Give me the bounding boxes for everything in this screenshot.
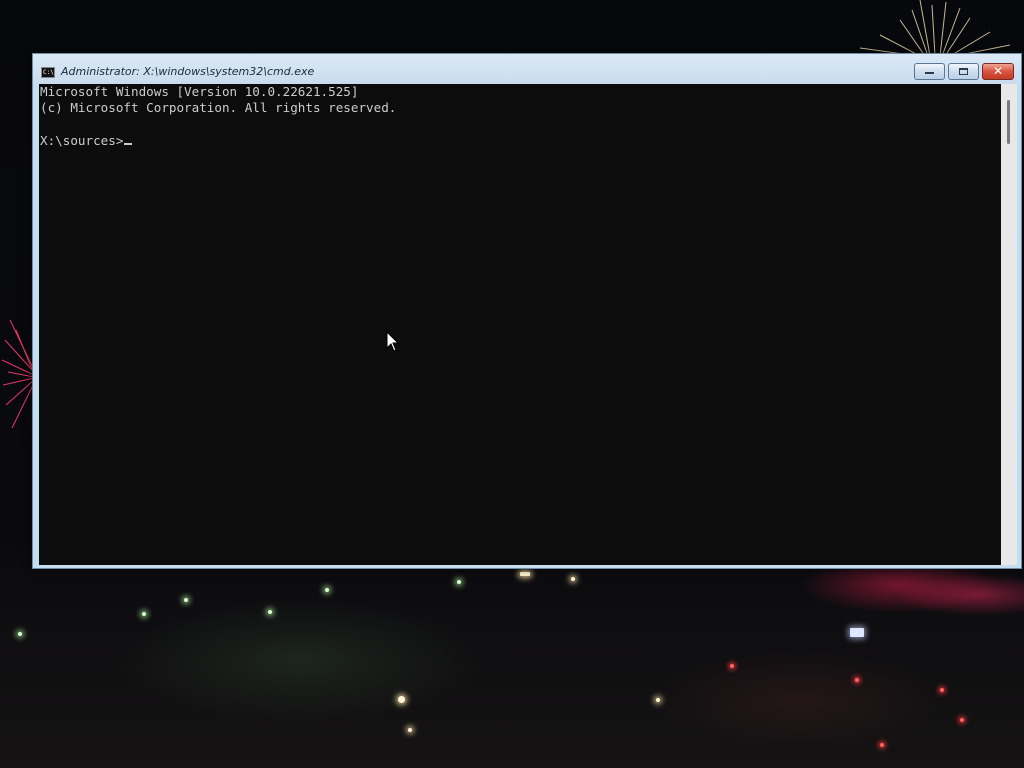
command-prompt[interactable]: X:\sources> [40, 132, 133, 149]
minimize-icon [925, 72, 934, 74]
maximize-button[interactable] [948, 63, 979, 80]
firework-graphic [1, 319, 34, 429]
prompt-text: X:\sources> [40, 133, 124, 148]
text-cursor [124, 143, 133, 145]
console-line: (c) Microsoft Corporation. All rights re… [40, 100, 397, 115]
close-button[interactable]: ✕ [982, 63, 1014, 80]
console-line: Microsoft Windows [Version 10.0.22621.52… [40, 84, 359, 99]
mouse-pointer-icon [386, 331, 400, 352]
console-output[interactable]: Microsoft Windows [Version 10.0.22621.52… [39, 84, 1001, 565]
cmd-icon[interactable]: C:\ [41, 67, 55, 78]
firework-graphic [859, 0, 1011, 56]
window-title: Administrator: X:\windows\system32\cmd.e… [61, 65, 315, 78]
cmd-window[interactable]: C:\ Administrator: X:\windows\system32\c… [32, 53, 1022, 569]
scroll-thumb[interactable] [1007, 100, 1010, 144]
night-city-scene [0, 568, 1024, 768]
vertical-scrollbar[interactable] [1001, 84, 1017, 565]
close-icon: ✕ [992, 64, 1004, 78]
title-bar[interactable]: C:\ Administrator: X:\windows\system32\c… [33, 54, 1021, 84]
maximize-icon [959, 68, 968, 75]
minimize-button[interactable] [914, 63, 945, 80]
